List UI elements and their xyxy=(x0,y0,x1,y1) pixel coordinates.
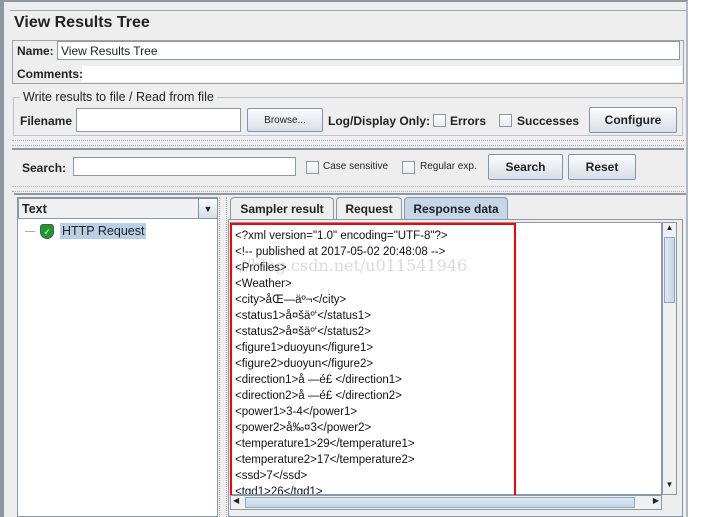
filename-label: Filename xyxy=(20,114,73,128)
errors-label: Errors xyxy=(450,114,487,128)
vertical-scrollbar[interactable]: ▲ ▼ xyxy=(662,222,677,495)
configure-button[interactable]: Configure xyxy=(589,107,677,133)
splitter-handle[interactable] xyxy=(12,186,684,192)
highlight-box xyxy=(230,223,516,499)
tree-item-http-request[interactable]: HTTP Request xyxy=(60,223,147,239)
chevron-down-icon[interactable]: ▼ xyxy=(198,198,218,219)
search-label: Search: xyxy=(22,161,67,175)
browse-button[interactable]: Browse... xyxy=(247,108,323,132)
successes-checkbox[interactable] xyxy=(499,114,512,127)
horizontal-scrollbar[interactable]: ◀ ▶ xyxy=(230,495,662,510)
divider xyxy=(10,10,686,11)
case-sensitive-label: Case sensitive xyxy=(323,161,389,172)
splitter-handle[interactable] xyxy=(12,140,684,146)
renderer-select[interactable]: Text xyxy=(18,198,199,219)
name-label: Name: xyxy=(17,44,54,58)
vertical-splitter[interactable] xyxy=(219,197,227,517)
regexp-checkbox[interactable] xyxy=(402,161,415,174)
successes-label: Successes xyxy=(517,114,580,128)
reset-button[interactable]: Reset xyxy=(568,154,636,180)
case-sensitive-checkbox[interactable] xyxy=(306,161,319,174)
success-shield-icon: ✓ xyxy=(40,224,54,239)
name-input[interactable]: View Results Tree xyxy=(57,41,680,60)
comments-label: Comments: xyxy=(17,67,84,81)
search-input[interactable] xyxy=(73,157,296,176)
file-group-legend: Write results to file / Read from file xyxy=(20,90,217,104)
tab-request[interactable]: Request xyxy=(336,197,402,219)
filename-input[interactable] xyxy=(76,108,241,132)
log-display-label: Log/Display Only: xyxy=(328,114,431,128)
scroll-right-icon[interactable]: ▶ xyxy=(653,496,659,505)
search-button[interactable]: Search xyxy=(488,154,563,180)
tab-sampler-result[interactable]: Sampler result xyxy=(230,197,334,219)
tree-line xyxy=(25,231,35,232)
tree-panel xyxy=(17,197,218,517)
page-title: View Results Tree xyxy=(14,14,150,31)
errors-checkbox[interactable] xyxy=(433,114,446,127)
scroll-down-icon[interactable]: ▼ xyxy=(663,480,676,494)
scroll-up-icon[interactable]: ▲ xyxy=(663,223,676,237)
comments-input[interactable] xyxy=(82,66,682,82)
h-scroll-thumb[interactable] xyxy=(245,497,635,508)
scroll-left-icon[interactable]: ◀ xyxy=(233,496,239,505)
scroll-thumb[interactable] xyxy=(664,237,675,303)
regexp-label: Regular exp. xyxy=(420,161,477,172)
tab-response-data[interactable]: Response data xyxy=(404,197,508,219)
